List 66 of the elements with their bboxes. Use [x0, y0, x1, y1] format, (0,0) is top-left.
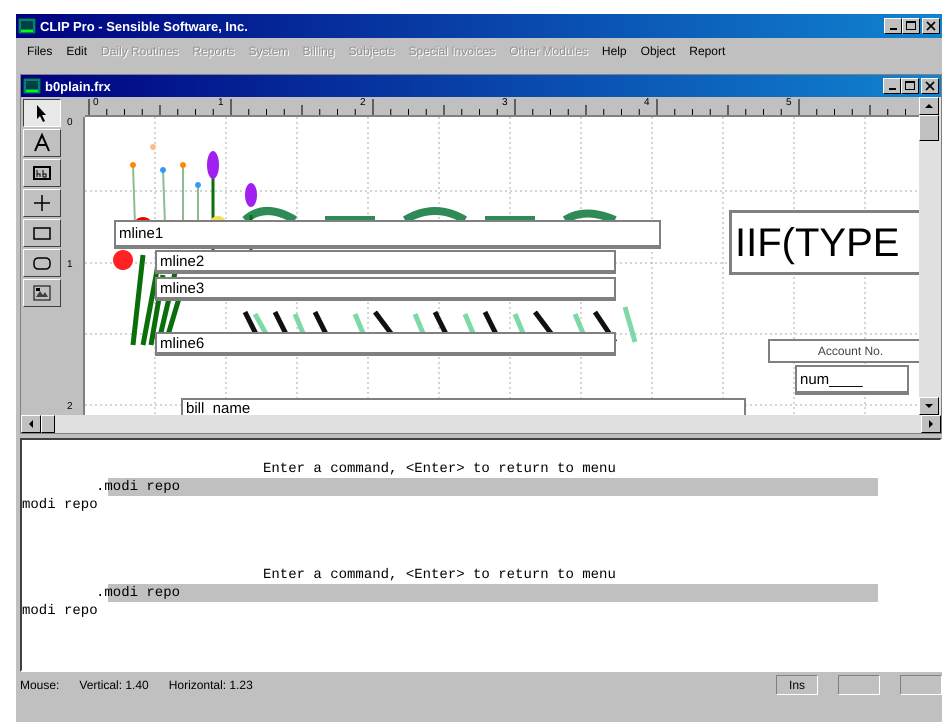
- text-tool-button[interactable]: [23, 129, 61, 157]
- command-console[interactable]: Enter a command, <Enter> to return to menu .modi repo modi repo Enter a command, <Enter> to return to menu .modi repo modi repo: [20, 438, 942, 672]
- picture-tool-button[interactable]: [23, 279, 61, 307]
- status-text: Horizontal: 1.23: [168, 678, 253, 692]
- pointer-tool-button[interactable]: [23, 99, 61, 127]
- ruler-number: 3: [502, 97, 508, 108]
- right-arrow-icon: [927, 420, 935, 428]
- up-arrow-icon: [925, 102, 933, 110]
- maximize-icon: [906, 21, 916, 31]
- ruler-number: 0: [93, 97, 99, 108]
- status-text: Mouse:: [20, 678, 60, 692]
- down-arrow-icon: [925, 402, 933, 410]
- ruler-number: 2: [360, 97, 366, 108]
- scrollbar-thumb[interactable]: [41, 415, 55, 433]
- console-echo: modi repo: [22, 602, 99, 620]
- line-tool-button[interactable]: [23, 189, 61, 217]
- status-panel: [838, 675, 880, 695]
- app-icon: [18, 18, 36, 34]
- maximize-icon: [905, 81, 915, 91]
- menu-item[interactable]: Help: [594, 42, 634, 60]
- console-prompt: Enter a command, <Enter> to return to menu: [262, 460, 617, 478]
- report-field[interactable]: num____: [795, 365, 909, 395]
- minimize-icon: [888, 88, 896, 90]
- report-field[interactable]: mline6: [155, 332, 616, 356]
- ruler-number: 2: [67, 401, 73, 412]
- report-field[interactable]: bill_name: [181, 398, 746, 415]
- scrollbar-thumb[interactable]: [919, 115, 939, 141]
- document-icon: [23, 78, 41, 94]
- close-icon: [925, 81, 935, 91]
- report-label[interactable]: Account No.: [768, 339, 919, 363]
- ruler-number: 0: [67, 117, 73, 128]
- close-icon: [926, 21, 936, 31]
- text-a-icon: [31, 132, 53, 154]
- window-title: CLIP Pro - Sensible Software, Inc.: [40, 18, 249, 34]
- status-text: Vertical: 1.40: [79, 678, 149, 692]
- document-title: b0plain.frx: [45, 78, 112, 94]
- minimize-icon: [890, 28, 896, 30]
- menu-item[interactable]: Report: [682, 42, 732, 60]
- left-arrow-icon: [27, 420, 35, 428]
- rectangle-tool-button[interactable]: [23, 219, 61, 247]
- ruler-number: 5: [786, 97, 792, 108]
- maximize-button[interactable]: [902, 18, 920, 34]
- field-tool-button[interactable]: [23, 159, 61, 187]
- status-panel: [900, 675, 942, 695]
- horizontal-scrollbar[interactable]: [21, 415, 941, 433]
- vertical-scrollbar[interactable]: [919, 97, 941, 415]
- console-echo: modi repo: [22, 496, 99, 514]
- menu-item[interactable]: Object: [634, 42, 682, 60]
- insert-mode-indicator: Ins: [776, 675, 818, 695]
- rounded-tool-button[interactable]: [23, 249, 61, 277]
- maximize-button[interactable]: [901, 78, 919, 94]
- report-field[interactable]: mline2: [155, 250, 616, 274]
- menu-item[interactable]: Edit: [59, 42, 94, 60]
- ruler-number: 1: [67, 259, 73, 270]
- close-button[interactable]: [922, 18, 940, 34]
- minimize-button[interactable]: [883, 78, 901, 94]
- ruler-number: 4: [644, 97, 650, 108]
- expression-field[interactable]: IIF(TYPE: [729, 210, 919, 275]
- report-field[interactable]: mline3: [155, 277, 616, 301]
- console-prompt: Enter a command, <Enter> to return to menu: [262, 566, 617, 584]
- menu-item[interactable]: Files: [20, 42, 60, 60]
- report-field[interactable]: mline1: [114, 220, 661, 249]
- crosshair-icon: [31, 192, 53, 214]
- ruler-number: 1: [218, 97, 224, 108]
- close-button[interactable]: [921, 78, 939, 94]
- minimize-button[interactable]: [884, 18, 902, 34]
